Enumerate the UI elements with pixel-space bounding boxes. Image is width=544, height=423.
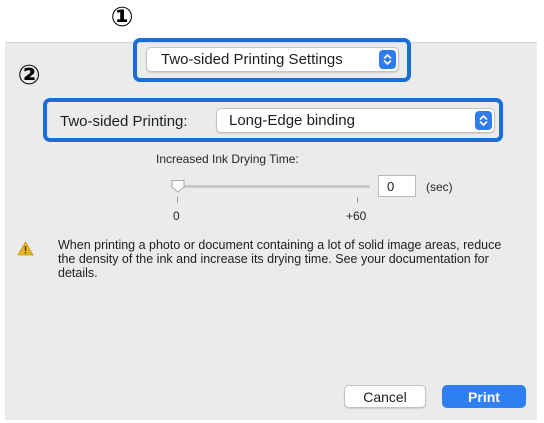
drying-time-input[interactable]: 0 xyxy=(378,175,416,197)
up-down-chevron-icon xyxy=(379,50,396,69)
two-sided-printing-label: Two-sided Printing: xyxy=(60,113,188,130)
two-sided-printing-value: Long-Edge binding xyxy=(229,112,355,129)
callout-number-2: ② xyxy=(17,60,41,91)
warning-message: When printing a photo or document contai… xyxy=(58,238,502,280)
drying-time-label: Increased Ink Drying Time: xyxy=(156,152,299,166)
print-button[interactable]: Print xyxy=(442,385,526,408)
drying-time-slider[interactable] xyxy=(176,185,370,188)
warning-icon xyxy=(17,241,34,256)
cancel-button[interactable]: Cancel xyxy=(344,385,426,408)
panel-selector-popup[interactable]: Two-sided Printing Settings xyxy=(146,47,399,72)
panel-selector-value: Two-sided Printing Settings xyxy=(161,51,343,68)
two-sided-printing-popup[interactable]: Long-Edge binding xyxy=(216,108,495,133)
slider-min-label: 0 xyxy=(173,209,180,223)
drying-time-unit: (sec) xyxy=(426,180,453,194)
up-down-chevron-icon xyxy=(475,111,492,130)
slider-tick-min xyxy=(177,197,178,203)
callout-number-1: ① xyxy=(110,2,134,33)
slider-tick-max xyxy=(357,197,358,203)
drying-time-value: 0 xyxy=(387,178,395,194)
drying-time-slider-knob[interactable] xyxy=(171,179,185,193)
slider-max-label: +60 xyxy=(346,209,367,223)
